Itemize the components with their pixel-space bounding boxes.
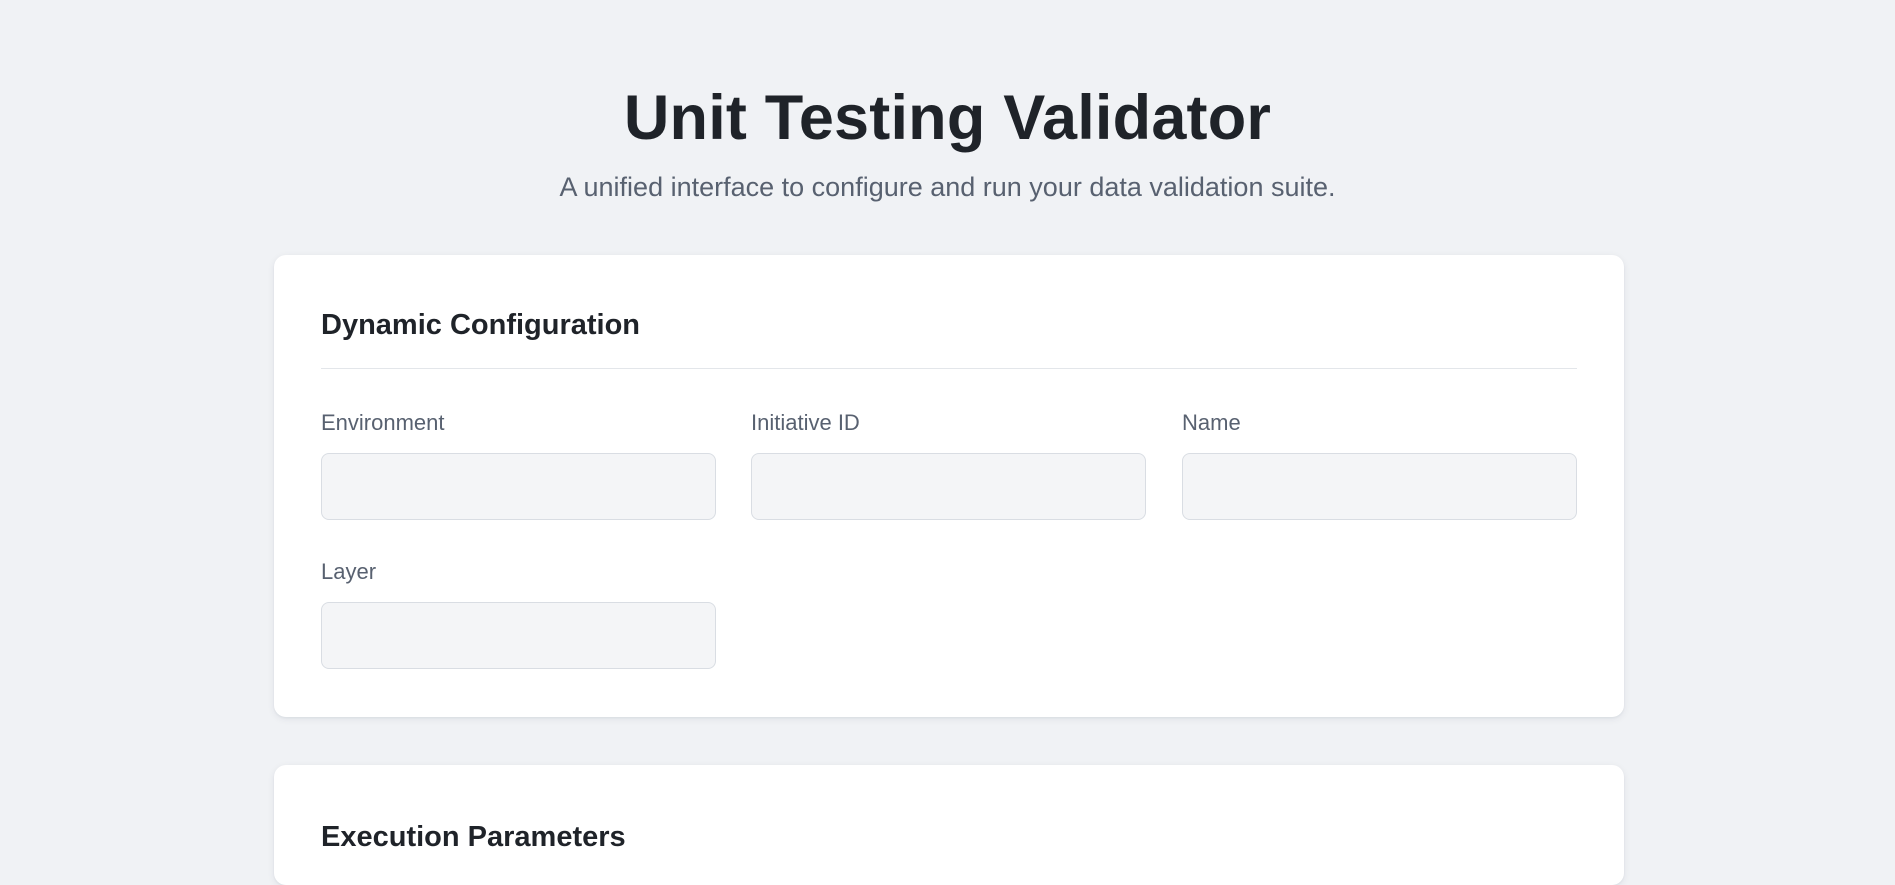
section-divider	[321, 368, 1577, 369]
execution-parameters-title: Execution Parameters	[321, 821, 626, 853]
environment-field-group: Environment	[321, 409, 716, 520]
dynamic-configuration-title: Dynamic Configuration	[321, 309, 641, 341]
layer-label: Layer	[321, 559, 377, 584]
name-field-group: Name	[1182, 409, 1577, 520]
page-title: Unit Testing Validator	[623, 83, 1272, 153]
dynamic-configuration-card: Dynamic Configuration Environment Initia…	[274, 255, 1624, 717]
execution-parameters-card: Execution Parameters	[274, 765, 1624, 885]
name-input[interactable]	[1182, 453, 1577, 520]
environment-input[interactable]	[321, 453, 716, 520]
initiative-id-field-group: Initiative ID	[751, 409, 1146, 520]
initiative-id-input[interactable]	[751, 453, 1146, 520]
layer-input[interactable]	[321, 602, 716, 669]
layer-field-group: Layer	[321, 558, 716, 669]
name-label: Name	[1182, 410, 1241, 435]
page-subtitle: A unified interface to configure and run…	[559, 172, 1336, 202]
environment-label: Environment	[321, 410, 445, 435]
initiative-id-label: Initiative ID	[751, 410, 860, 435]
